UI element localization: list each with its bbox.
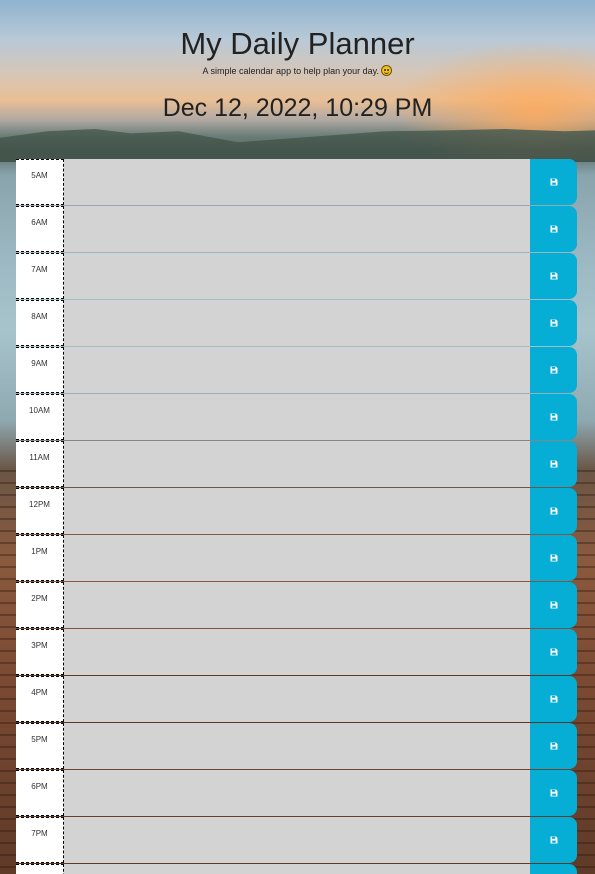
time-block-row: 5PM: [16, 723, 577, 769]
floppy-disk-icon: [550, 648, 557, 656]
time-block-row: 3PM: [16, 629, 577, 675]
hour-label: 5AM: [16, 159, 64, 205]
time-block-entry[interactable]: [64, 864, 530, 874]
time-block-row: 10AM: [16, 394, 577, 440]
save-button[interactable]: [530, 300, 577, 346]
save-button[interactable]: [530, 676, 577, 722]
hour-label: 7AM: [16, 253, 64, 299]
floppy-disk-icon: [550, 460, 557, 468]
floppy-disk-icon: [550, 272, 557, 280]
smiley-face-icon: [381, 65, 393, 76]
hour-label: 6AM: [16, 206, 64, 252]
time-block-entry[interactable]: [64, 535, 530, 581]
hour-label: 7PM: [16, 817, 64, 863]
floppy-disk-icon: [550, 601, 557, 609]
time-block-entry[interactable]: [64, 817, 530, 863]
hour-label: 5PM: [16, 723, 64, 769]
time-block-row: 4PM: [16, 676, 577, 722]
time-block-row: 12PM: [16, 488, 577, 534]
time-block-entry[interactable]: [64, 723, 530, 769]
hour-label: 6PM: [16, 770, 64, 816]
hour-label: 1PM: [16, 535, 64, 581]
time-block-entry[interactable]: [64, 300, 530, 346]
subtitle-text: A simple calendar app to help plan your …: [202, 66, 379, 76]
save-button[interactable]: [530, 159, 577, 205]
hour-label: 2PM: [16, 582, 64, 628]
hour-label: 4PM: [16, 676, 64, 722]
time-block-entry[interactable]: [64, 629, 530, 675]
save-button[interactable]: [530, 864, 577, 874]
save-button[interactable]: [530, 347, 577, 393]
save-button[interactable]: [530, 723, 577, 769]
floppy-disk-icon: [550, 789, 557, 797]
time-block-entry[interactable]: [64, 488, 530, 534]
save-button[interactable]: [530, 441, 577, 487]
floppy-disk-icon: [550, 178, 557, 186]
floppy-disk-icon: [550, 225, 557, 233]
hour-label: 11AM: [16, 441, 64, 487]
time-block-row: 2PM: [16, 582, 577, 628]
time-block-row: 5AM: [16, 159, 577, 205]
floppy-disk-icon: [550, 554, 557, 562]
time-block-entry[interactable]: [64, 159, 530, 205]
time-block-row: 9AM: [16, 347, 577, 393]
time-block-entry[interactable]: [64, 394, 530, 440]
hour-label: 9AM: [16, 347, 64, 393]
floppy-disk-icon: [550, 319, 557, 327]
page-subtitle: A simple calendar app to help plan your …: [0, 65, 595, 77]
page-title: My Daily Planner: [180, 26, 415, 61]
time-block-entry[interactable]: [64, 770, 530, 816]
current-datetime: Dec 12, 2022, 10:29 PM: [162, 94, 433, 122]
floppy-disk-icon: [550, 507, 557, 515]
time-block-row: 1PM: [16, 535, 577, 581]
time-block-row: 6PM: [16, 770, 577, 816]
hour-label: 10AM: [16, 394, 64, 440]
save-button[interactable]: [530, 253, 577, 299]
time-block-entry[interactable]: [64, 582, 530, 628]
time-block-entry[interactable]: [64, 676, 530, 722]
time-block-row: 8PM: [16, 864, 577, 874]
save-button[interactable]: [530, 394, 577, 440]
hour-label: 3PM: [16, 629, 64, 675]
time-block-row: 7PM: [16, 817, 577, 863]
time-block-entry[interactable]: [64, 253, 530, 299]
save-button[interactable]: [530, 770, 577, 816]
floppy-disk-icon: [550, 413, 557, 421]
time-block-list: 5AM 6AM 7AM 8AM 9AM 10AM 11AM 12PM 1PM 2PM 3PM 4PM 5…: [16, 159, 577, 874]
page-header: My Daily Planner A simple calendar app t…: [0, 0, 595, 123]
hour-label: 8AM: [16, 300, 64, 346]
save-button[interactable]: [530, 206, 577, 252]
time-block-row: 11AM: [16, 441, 577, 487]
time-block-entry[interactable]: [64, 206, 530, 252]
time-block-row: 7AM: [16, 253, 577, 299]
time-block-entry[interactable]: [64, 441, 530, 487]
time-block-row: 8AM: [16, 300, 577, 346]
hour-label: 12PM: [16, 488, 64, 534]
time-block-row: 6AM: [16, 206, 577, 252]
hour-label: 8PM: [16, 864, 64, 874]
save-button[interactable]: [530, 582, 577, 628]
save-button[interactable]: [530, 817, 577, 863]
save-button[interactable]: [530, 629, 577, 675]
floppy-disk-icon: [550, 742, 557, 750]
save-button[interactable]: [530, 535, 577, 581]
floppy-disk-icon: [550, 366, 557, 374]
floppy-disk-icon: [550, 695, 557, 703]
time-block-entry[interactable]: [64, 347, 530, 393]
save-button[interactable]: [530, 488, 577, 534]
floppy-disk-icon: [550, 836, 557, 844]
